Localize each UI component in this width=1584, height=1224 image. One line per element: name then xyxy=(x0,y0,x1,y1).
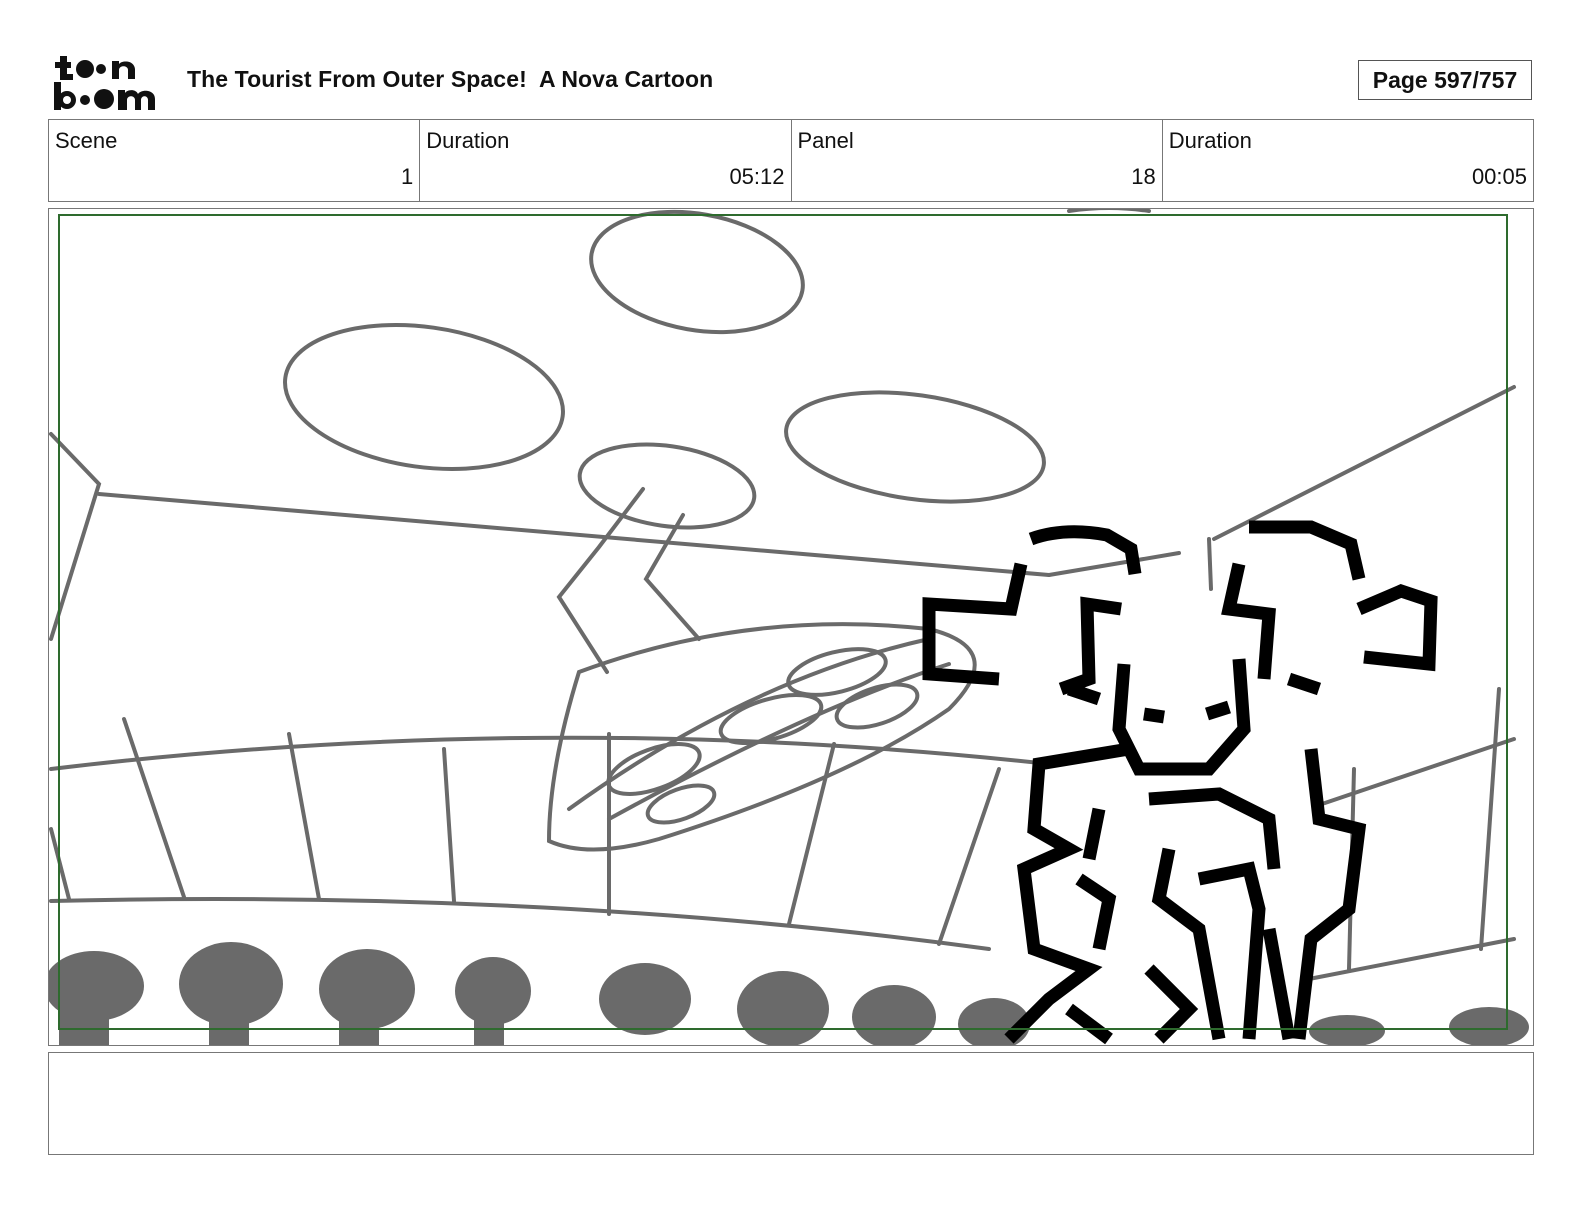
scene-value: 1 xyxy=(401,164,414,189)
scene-label: Scene xyxy=(55,128,118,153)
panel-cell: Panel 18 xyxy=(792,120,1163,201)
panel-duration-cell: Duration 00:05 xyxy=(1163,120,1533,201)
storyboard-panel xyxy=(48,208,1534,1046)
scene-duration-cell: Duration 05:12 xyxy=(420,120,792,201)
scene-cell: Scene 1 xyxy=(49,120,421,201)
scene-duration-label: Duration xyxy=(426,128,510,153)
panel-duration-value: 00:05 xyxy=(1471,164,1527,189)
panel-label: Panel xyxy=(797,128,854,153)
background-sketch xyxy=(49,209,1516,981)
panel-duration-label: Duration xyxy=(1168,128,1252,153)
toonboom-logo-icon xyxy=(54,56,155,110)
panel-value: 18 xyxy=(1131,164,1156,189)
storyboard-sketch-image xyxy=(49,209,1529,1045)
scene-duration-value: 05:12 xyxy=(729,164,785,189)
document-title: The Tourist From Outer Space! A Nova Car… xyxy=(187,66,714,92)
alien-character xyxy=(922,520,1438,1045)
panel-notes-box xyxy=(48,1052,1534,1155)
safe-frame xyxy=(58,214,1508,1030)
panel-info-table: Scene 1 Duration 05:12 Panel 18 Duration… xyxy=(48,119,1534,202)
page-number: Page 597/757 xyxy=(1358,60,1532,100)
